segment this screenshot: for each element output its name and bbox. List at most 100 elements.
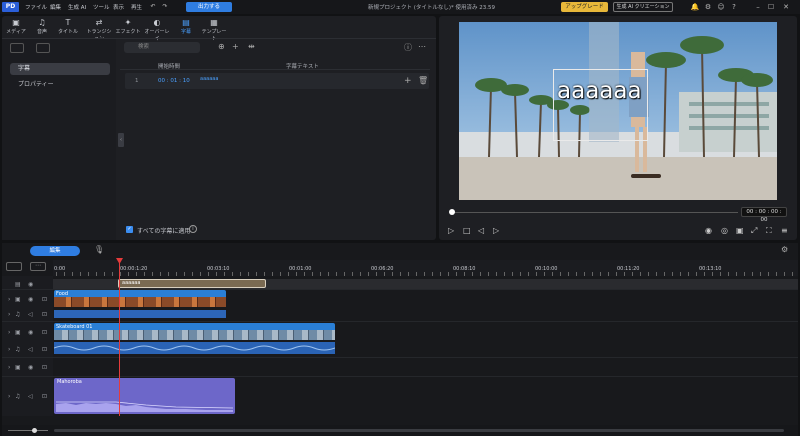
eye-icon[interactable]: ◉ <box>28 281 33 288</box>
ruler-tick <box>560 272 561 276</box>
ruler-tick <box>104 272 105 276</box>
minimize-icon[interactable]: – <box>753 2 763 12</box>
ruler-tick <box>416 272 417 276</box>
lock-icon[interactable]: ⊡ <box>42 329 47 336</box>
info-icon[interactable]: i <box>189 225 197 233</box>
info-icon[interactable]: ⓘ <box>404 42 412 53</box>
merge-icon[interactable]: ⇹ <box>248 42 255 51</box>
expand-icon[interactable]: › <box>8 364 10 371</box>
ruler-tick <box>456 272 457 276</box>
maximize-icon[interactable]: ☐ <box>766 2 776 12</box>
row-subtitle-text[interactable]: aaaaaa <box>200 76 218 82</box>
speaker-icon[interactable]: ◁ <box>28 311 33 318</box>
tool-effect[interactable]: ✦ エフェクト <box>115 18 141 35</box>
ruler-tick <box>328 272 329 276</box>
folder-icon[interactable] <box>36 43 50 53</box>
playhead[interactable] <box>119 260 120 416</box>
subtitle-clip[interactable]: aaaaaa <box>118 279 266 288</box>
ruler-tick <box>144 272 145 276</box>
more-options-icon[interactable]: ≡ <box>781 226 788 235</box>
eye-icon[interactable]: ◉ <box>28 329 33 336</box>
undo-icon[interactable]: ↶ <box>148 2 158 12</box>
subtitle-overlay-text[interactable]: aaaaaa <box>557 78 642 104</box>
speaker-icon[interactable]: ◁ <box>28 393 33 400</box>
tab-edit[interactable]: 編集 <box>30 246 80 256</box>
audio-clip-food[interactable] <box>54 310 226 318</box>
snapshot-icon[interactable]: ◉ <box>705 226 712 235</box>
expand-icon[interactable]: › <box>8 346 10 353</box>
tool-title[interactable]: T タイトル <box>55 18 81 35</box>
menu-gen-ai[interactable]: 生成 AI <box>68 3 86 11</box>
menu-view[interactable]: 表示 <box>113 3 124 11</box>
subnav-item-subtitle[interactable]: 字幕 <box>10 63 110 75</box>
row-add-icon[interactable]: + <box>404 76 412 86</box>
row-start-time[interactable]: 00 : 01 : 10 <box>158 78 190 84</box>
ruler-label: 00:06:20 <box>371 266 394 272</box>
add-icon[interactable]: + <box>232 42 239 51</box>
ruler-tick <box>288 272 289 276</box>
lock-icon[interactable]: ⊡ <box>42 296 47 303</box>
zoom-slider-handle[interactable] <box>32 428 37 433</box>
time-ruler[interactable] <box>53 260 798 276</box>
settings-icon[interactable]: ⚙ <box>703 2 713 12</box>
previous-frame-icon[interactable]: ◁ <box>478 226 484 235</box>
trash-icon[interactable]: 🗑 <box>418 76 428 85</box>
display-icon[interactable]: ▣ <box>736 226 744 235</box>
ruler-tick <box>680 272 681 276</box>
menu-edit[interactable]: 編集 <box>50 3 61 11</box>
eye-icon[interactable]: ◉ <box>28 296 33 303</box>
track-manager-icon[interactable] <box>6 262 22 271</box>
expand-icon[interactable]: › <box>8 329 10 336</box>
timeline-settings-icon[interactable]: ⚙ <box>781 245 788 254</box>
expand-icon[interactable]: › <box>8 311 10 318</box>
lock-icon[interactable]: ⊡ <box>42 393 47 400</box>
expand-icon[interactable]: › <box>8 393 10 400</box>
more-icon[interactable]: ⋯ <box>418 42 426 51</box>
microphone-icon[interactable]: 🎙 <box>94 245 104 254</box>
menu-play[interactable]: 再生 <box>131 3 142 11</box>
ruler-tick <box>64 272 65 276</box>
close-icon[interactable]: ✕ <box>781 2 791 12</box>
lock-icon[interactable]: ⊡ <box>42 311 47 318</box>
lock-icon[interactable]: ⊡ <box>42 364 47 371</box>
help-icon[interactable]: ? <box>729 2 739 12</box>
menu-file[interactable]: ファイル <box>25 3 47 11</box>
redo-icon[interactable]: ↷ <box>160 2 170 12</box>
import-icon[interactable] <box>10 43 24 53</box>
tool-subtitle[interactable]: ▤ 字幕 <box>173 18 199 35</box>
play-icon[interactable]: ▷ <box>448 226 454 235</box>
scrubber-handle[interactable] <box>449 209 455 215</box>
tool-media[interactable]: ▣ メディア <box>3 18 29 35</box>
preview-scrubber[interactable] <box>452 212 738 213</box>
apply-all-checkbox[interactable]: ✓ <box>126 226 133 233</box>
next-frame-icon[interactable]: ▷ <box>493 226 499 235</box>
lock-icon[interactable]: ⊡ <box>42 346 47 353</box>
notification-icon[interactable]: 🔔 <box>690 2 700 12</box>
resize-icon[interactable]: ⤢ <box>751 226 757 236</box>
add-subtitle-at-playhead-icon[interactable]: ⊕ <box>218 42 225 51</box>
upgrade-button[interactable]: アップグレード <box>561 2 608 12</box>
export-button[interactable]: 出力する <box>186 2 232 12</box>
zoom-slider[interactable] <box>8 430 48 431</box>
search-input[interactable]: 検索 <box>124 42 200 53</box>
timecode-display[interactable]: 00 : 00 : 00 : 00 <box>741 207 787 223</box>
stop-icon[interactable]: □ <box>463 226 471 235</box>
ruler-tick <box>776 272 777 276</box>
ruler-label: 00:03:10 <box>207 266 230 272</box>
volume-icon[interactable]: ◎ <box>721 226 728 235</box>
eye-icon[interactable]: ◉ <box>28 364 33 371</box>
audio-clip-skateboard[interactable] <box>53 342 336 354</box>
overlay-icon: ◐ <box>153 18 161 27</box>
fullscreen-icon[interactable]: ⛶ <box>766 226 772 236</box>
collapse-panel-handle[interactable]: ‹ <box>118 133 124 147</box>
horizontal-scrollbar[interactable] <box>54 429 784 432</box>
subnav-item-properties[interactable]: プロパティー <box>18 79 54 88</box>
menu-tools[interactable]: ツール <box>93 3 110 11</box>
timeline-more-icon[interactable]: ⋯ <box>30 262 46 271</box>
account-icon[interactable]: ☺ <box>716 2 726 12</box>
tool-audio[interactable]: ♫ 音声 <box>29 18 55 35</box>
expand-icon[interactable]: › <box>8 296 10 303</box>
ai-creation-button[interactable]: 生成 AI クリエーション <box>613 2 673 12</box>
audio-track-icon: ♫ <box>15 393 21 400</box>
speaker-icon[interactable]: ◁ <box>28 346 33 353</box>
